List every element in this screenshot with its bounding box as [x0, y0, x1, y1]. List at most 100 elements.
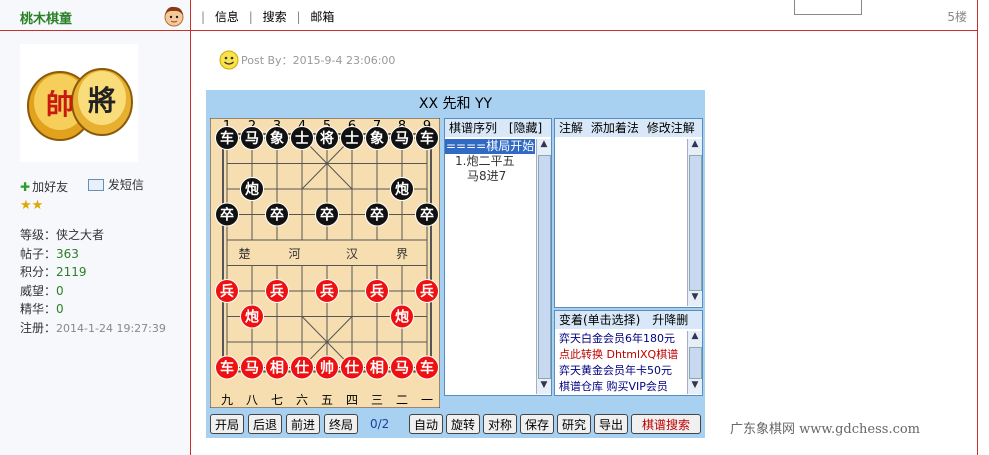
red-piece[interactable]: 炮 [390, 304, 414, 329]
move-item[interactable]: 马8进7 [445, 169, 535, 184]
chessboard[interactable]: 123456789九八七六五四三二一楚河汉界 车马象士将士象马车炮炮卒卒卒卒卒兵… [210, 118, 440, 408]
red-piece[interactable]: 兵 [415, 279, 439, 303]
variation-item[interactable]: 棋谱仓库 购买VIP会员 [559, 379, 687, 395]
username[interactable]: 桃木棋童 [20, 8, 72, 27]
notes-tab-add-move[interactable]: 添加着法 [591, 121, 639, 135]
black-piece[interactable]: 将 [315, 126, 339, 150]
black-piece[interactable]: 象 [365, 126, 389, 150]
black-piece[interactable]: 马 [390, 126, 414, 150]
user-info-label: 注册： [20, 320, 57, 335]
notes-tab-edit[interactable]: 修改注解 [647, 121, 695, 135]
moves-scrollbar[interactable]: ▲ ▼ [536, 139, 551, 394]
scroll-up-arrow-icon[interactable]: ▲ [537, 139, 551, 153]
red-piece[interactable]: 相 [365, 355, 389, 380]
variations-header: 变着(单击选择) 升降删 [555, 311, 702, 329]
piece-label: 士 [295, 130, 309, 147]
red-piece[interactable]: 车 [415, 355, 439, 380]
btn-rotate[interactable]: 旋转 [446, 414, 480, 434]
red-piece[interactable]: 相 [265, 355, 289, 380]
file-number-bottom: 六 [296, 393, 308, 407]
red-piece[interactable]: 炮 [240, 304, 264, 329]
user-info-row: 等级：侠之大者 [20, 226, 166, 245]
black-piece[interactable]: 士 [340, 126, 364, 150]
moves-hide-toggle[interactable]: [隐藏] [509, 121, 542, 135]
scroll-down-arrow-icon[interactable]: ▼ [537, 380, 551, 394]
btn-search-game[interactable]: 棋谱搜索 [631, 414, 701, 434]
envelope-icon [87, 178, 104, 191]
rank-stars: ★★ [20, 198, 43, 213]
variations-scrollbar[interactable]: ▲ ▼ [687, 331, 702, 394]
variations-panel: 变着(单击选择) 升降删 弈天白金会员6年180元 点此转换 DhtmlXQ棋谱弈… [554, 310, 703, 396]
red-piece[interactable]: 帅 [315, 355, 339, 380]
black-piece[interactable]: 象 [265, 126, 289, 150]
scroll-up-arrow-icon[interactable]: ▲ [688, 331, 702, 345]
move-item[interactable]: 1.炮二平五 [445, 154, 535, 169]
add-friend-label: 加好友 [32, 180, 69, 194]
btn-study[interactable]: 研究 [557, 414, 591, 434]
btn-export[interactable]: 导出 [594, 414, 628, 434]
black-piece[interactable]: 马 [240, 126, 264, 150]
variations-title: 变着(单击选择) [559, 313, 641, 327]
black-piece[interactable]: 炮 [240, 177, 264, 201]
red-piece[interactable]: 兵 [365, 279, 389, 303]
user-info: 等级：侠之大者 帖子：363 积分：2119 威望：0 精华：0 注册：2014-1-24… [20, 226, 166, 338]
black-piece[interactable]: 车 [415, 126, 439, 150]
piece-label: 帅 [320, 360, 334, 377]
btn-forward[interactable]: 前进 [286, 414, 320, 434]
red-piece[interactable]: 马 [390, 355, 414, 380]
btn-start[interactable]: 开局 [210, 414, 244, 434]
piece-label: 炮 [395, 309, 409, 326]
piece-label: 兵 [370, 283, 384, 300]
btn-auto[interactable]: 自动 [409, 414, 443, 434]
send-message-button[interactable]: 发短信 [87, 176, 152, 193]
scroll-down-arrow-icon[interactable]: ▼ [688, 292, 702, 306]
btn-save[interactable]: 保存 [520, 414, 554, 434]
black-piece[interactable]: 车 [215, 126, 239, 150]
notes-tab-annotation[interactable]: 注解 [559, 121, 583, 135]
black-piece[interactable]: 卒 [415, 202, 439, 227]
star-icon: ★ [31, 198, 44, 213]
red-piece[interactable]: 马 [240, 355, 264, 380]
notes-header: 注解 添加着法 修改注解 [555, 119, 702, 137]
black-piece[interactable]: 炮 [390, 177, 414, 201]
avatar-char-jiang: 將 [88, 84, 116, 117]
btn-end[interactable]: 终局 [324, 414, 358, 434]
red-piece[interactable]: 兵 [265, 279, 289, 303]
user-info-value: 363 [56, 246, 79, 261]
black-piece[interactable]: 卒 [315, 202, 339, 227]
moves-list: ====棋局开始 1.炮二平五 马8进7 [445, 139, 535, 184]
btn-mirror[interactable]: 对称 [483, 414, 517, 434]
scroll-thumb[interactable] [689, 155, 702, 291]
variation-item[interactable]: 弈天白金会员6年180元 [559, 331, 687, 347]
add-friend-button[interactable]: ✚ 加好友 [20, 178, 76, 195]
red-piece[interactable]: 兵 [315, 279, 339, 303]
watermark: 广东象棋网 www.gdchess.com [730, 422, 921, 437]
black-piece[interactable]: 卒 [215, 202, 239, 227]
red-piece[interactable]: 车 [215, 355, 239, 380]
user-info-row: 威望：0 [20, 282, 166, 301]
red-piece[interactable]: 仕 [290, 355, 314, 380]
black-piece[interactable]: 卒 [265, 202, 289, 227]
move-item[interactable]: ====棋局开始 [445, 139, 535, 154]
scroll-down-arrow-icon[interactable]: ▼ [688, 380, 702, 394]
moves-header: 棋谱序列 [隐藏] [445, 119, 551, 137]
scroll-thumb[interactable] [689, 347, 702, 379]
scroll-thumb[interactable] [538, 155, 551, 379]
moves-title: 棋谱序列 [449, 121, 498, 135]
red-piece[interactable]: 仕 [340, 355, 364, 380]
variation-item[interactable]: 点此转换 DhtmlXQ棋谱 [559, 347, 687, 363]
btn-back[interactable]: 后退 [248, 414, 282, 434]
red-piece[interactable]: 兵 [215, 279, 239, 303]
post-by: Post By：2015-9-4 23:06:00 [241, 54, 396, 67]
black-piece[interactable]: 卒 [365, 202, 389, 227]
notes-scrollbar[interactable]: ▲ ▼ [687, 139, 702, 306]
user-info-value: 2119 [56, 265, 87, 279]
user-panel: 桃木棋童 帥 將 ✚ 加好友 发短信 ★★ 等级：侠之大者 帖子：363 积分：21 [0, 0, 191, 455]
river-text: 楚 [238, 247, 250, 261]
variations-sort[interactable]: 升降删 [652, 313, 688, 327]
scroll-up-arrow-icon[interactable]: ▲ [688, 139, 702, 153]
piece-label: 象 [270, 130, 284, 147]
black-piece[interactable]: 士 [290, 126, 314, 150]
variation-item[interactable]: 弈天黄金会员年卡50元 [559, 363, 687, 379]
variations-list: 弈天白金会员6年180元 点此转换 DhtmlXQ棋谱 弈天黄金会员年卡50元 棋谱仓… [559, 331, 687, 395]
